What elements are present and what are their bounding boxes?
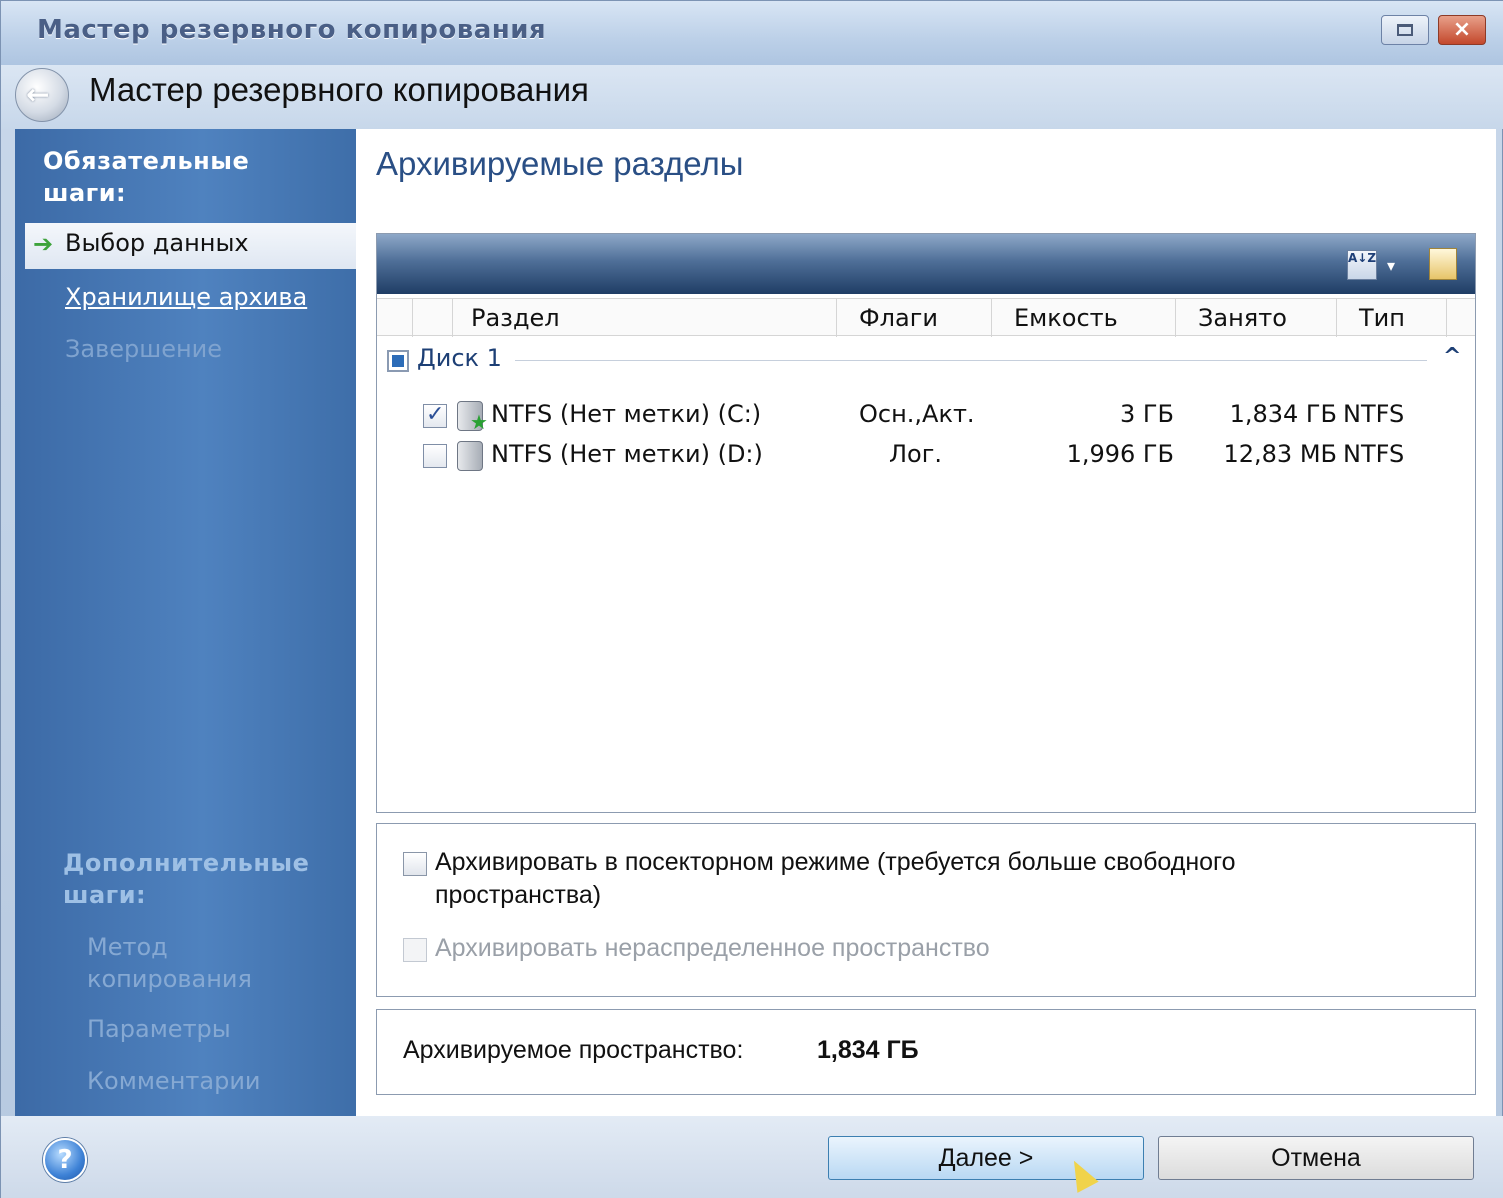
- table-row[interactable]: NTFS (Нет метки) (D:) Лог. 1,996 ГБ 12,8…: [377, 436, 1475, 476]
- sidebar-item-parameters: Параметры: [87, 1015, 231, 1043]
- list-toolbar: A↓Z ▾: [377, 234, 1475, 294]
- chevron-down-icon[interactable]: ▾: [1387, 256, 1395, 275]
- required-steps-heading: Обязательные шаги:: [43, 147, 250, 207]
- group-divider: [515, 360, 1427, 361]
- page-title: Архивируемые разделы: [376, 145, 744, 182]
- help-icon[interactable]: ?: [43, 1138, 87, 1182]
- unallocated-space-label: Архивировать нераспределенное пространст…: [435, 934, 990, 962]
- partition-type: NTFS: [1343, 440, 1405, 468]
- partition-list: A↓Z ▾ Раздел Флаги Емкость Занято Тип Ди…: [376, 233, 1476, 813]
- properties-icon[interactable]: [1429, 248, 1457, 280]
- disk-group-label: Диск 1: [417, 344, 502, 372]
- next-button[interactable]: Далее >: [828, 1136, 1144, 1180]
- restore-button[interactable]: [1381, 15, 1429, 45]
- column-type[interactable]: Тип: [1337, 299, 1447, 337]
- column-partition[interactable]: Раздел: [453, 299, 837, 337]
- partition-name: NTFS (Нет метки) (C:): [491, 400, 762, 428]
- system-partition-icon: ★: [457, 401, 488, 432]
- partition-flags: Осн.,Акт.: [859, 400, 975, 428]
- sidebar-item-data-selection[interactable]: ➔ Выбор данных: [25, 223, 356, 269]
- wizard-window: Мастер резервного копирования × ← Мастер…: [0, 0, 1503, 1198]
- cancel-button[interactable]: Отмена: [1158, 1136, 1474, 1180]
- column-check: [413, 299, 453, 337]
- disk-group-header[interactable]: Диск 1 ^: [385, 342, 1465, 376]
- back-arrow-icon: ←: [26, 78, 50, 111]
- sidebar-item-comments: Комментарии: [87, 1067, 261, 1095]
- close-button[interactable]: ×: [1438, 15, 1486, 45]
- partition-capacity: 3 ГБ: [1120, 400, 1174, 428]
- partition-used: 12,83 МБ: [1223, 440, 1337, 468]
- checkmark-icon: ✓: [426, 402, 445, 427]
- partition-used: 1,834 ГБ: [1229, 400, 1337, 428]
- column-header: Раздел Флаги Емкость Занято Тип: [377, 298, 1475, 337]
- column-expander: [377, 299, 413, 337]
- wizard-header: ← Мастер резервного копирования: [1, 65, 1503, 129]
- restore-icon: [1397, 24, 1413, 36]
- main-content: Архивируемые разделы A↓Z ▾ Раздел Флаги …: [356, 129, 1496, 1116]
- row-checkbox[interactable]: [423, 444, 447, 468]
- title-bar[interactable]: Мастер резервного копирования ×: [1, 1, 1503, 65]
- archived-space-value: 1,834 ГБ: [817, 1036, 919, 1064]
- sort-icon[interactable]: A↓Z: [1347, 250, 1377, 280]
- optional-steps-heading: Дополнительные шаги:: [63, 849, 310, 909]
- column-used[interactable]: Занято: [1176, 299, 1337, 337]
- sidebar-item-copy-method: Метод копирования: [87, 933, 252, 993]
- star-icon: ★: [470, 410, 488, 434]
- wizard-header-title: Мастер резервного копирования: [89, 71, 589, 108]
- close-icon: ×: [1452, 17, 1472, 42]
- sidebar-item-archive-location[interactable]: Хранилище архива: [65, 283, 307, 311]
- archived-space-summary: Архивируемое пространство: 1,834 ГБ: [376, 1009, 1476, 1095]
- partition-name: NTFS (Нет метки) (D:): [491, 440, 763, 468]
- window-title: Мастер резервного копирования: [37, 15, 547, 45]
- row-checkbox[interactable]: ✓: [423, 402, 447, 428]
- archived-space-label: Архивируемое пространство:: [403, 1036, 744, 1064]
- chevron-up-icon[interactable]: ^: [1443, 344, 1461, 369]
- sector-by-sector-checkbox[interactable]: [403, 852, 427, 876]
- unallocated-space-checkbox[interactable]: [403, 938, 427, 962]
- column-capacity[interactable]: Емкость: [992, 299, 1176, 337]
- sidebar-item-finish: Завершение: [65, 335, 223, 363]
- table-row[interactable]: ✓ ★ NTFS (Нет метки) (C:) Осн.,Акт. 3 ГБ…: [377, 396, 1475, 436]
- archive-options: Архивировать в посекторном режиме (требу…: [376, 823, 1476, 997]
- back-button[interactable]: ←: [15, 68, 69, 122]
- wizard-footer: ? Далее > Отмена: [1, 1116, 1503, 1198]
- green-arrow-icon: ➔: [33, 230, 54, 258]
- sector-by-sector-label-line2: пространства): [435, 881, 602, 909]
- column-flags[interactable]: Флаги: [837, 299, 992, 337]
- partition-capacity: 1,996 ГБ: [1066, 440, 1174, 468]
- disk-icon: [387, 350, 409, 372]
- sector-by-sector-label-line1: Архивировать в посекторном режиме (требу…: [435, 848, 1236, 876]
- sector-by-sector-label[interactable]: Архивировать в посекторном режиме (требу…: [435, 846, 1455, 912]
- partition-flags: Лог.: [889, 440, 942, 468]
- sidebar-item-label: Выбор данных: [65, 229, 249, 257]
- steps-sidebar: Обязательные шаги: ➔ Выбор данных Хранил…: [15, 129, 356, 1116]
- partition-type: NTFS: [1343, 400, 1405, 428]
- partition-icon: [457, 441, 483, 471]
